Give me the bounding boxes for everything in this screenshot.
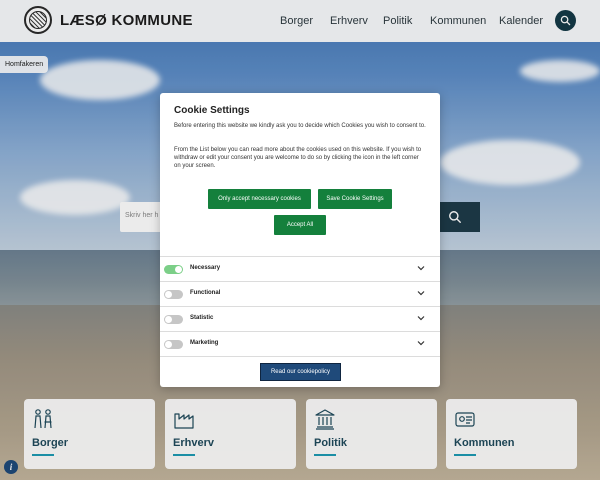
functional-toggle[interactable] bbox=[164, 290, 183, 299]
dialog-intro-text: Before entering this website we kindly a… bbox=[174, 123, 426, 129]
dialog-title: Cookie Settings bbox=[174, 105, 250, 116]
accept-necessary-button[interactable]: Only accept necessary cookies bbox=[208, 189, 311, 209]
cookie-settings-dialog: Cookie Settings Before entering this web… bbox=[160, 93, 440, 387]
dialog-detail-text: From the List below you can read more ab… bbox=[174, 147, 422, 169]
marketing-toggle[interactable] bbox=[164, 340, 183, 349]
divider bbox=[160, 356, 440, 357]
cookie-category-functional[interactable]: Functional bbox=[160, 282, 440, 306]
save-settings-button[interactable]: Save Cookie Settings bbox=[318, 189, 392, 209]
statistic-toggle[interactable] bbox=[164, 315, 183, 324]
cookie-category-necessary[interactable]: Necessary bbox=[160, 257, 440, 281]
necessary-toggle[interactable] bbox=[164, 265, 183, 274]
cookie-category-statistic[interactable]: Statistic bbox=[160, 307, 440, 331]
category-label: Functional bbox=[190, 290, 221, 296]
read-cookie-policy-button[interactable]: Read our cookiepolicy bbox=[260, 363, 341, 381]
category-label: Necessary bbox=[190, 265, 221, 271]
chevron-down-icon[interactable] bbox=[416, 313, 426, 323]
accept-all-button[interactable]: Accept All bbox=[274, 215, 326, 235]
chevron-down-icon[interactable] bbox=[416, 338, 426, 348]
chevron-down-icon[interactable] bbox=[416, 263, 426, 273]
cookie-category-marketing[interactable]: Marketing bbox=[160, 332, 440, 356]
category-label: Marketing bbox=[190, 340, 219, 346]
chevron-down-icon[interactable] bbox=[416, 288, 426, 298]
category-label: Statistic bbox=[190, 315, 214, 321]
